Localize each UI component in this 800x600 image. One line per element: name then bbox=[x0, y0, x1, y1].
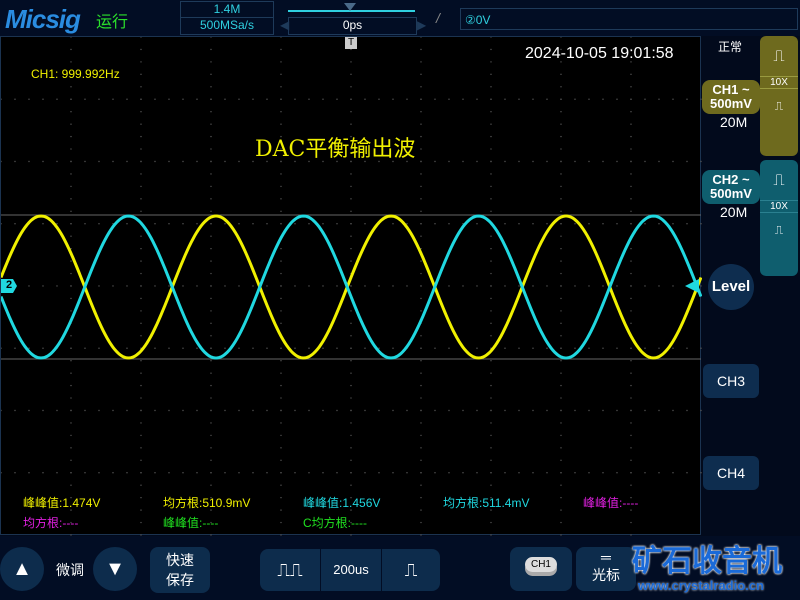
timestamp: 2024-10-05 19:01:58 bbox=[525, 45, 674, 62]
time-offset[interactable]: 0ps bbox=[288, 17, 417, 35]
ch4-button[interactable]: CH4 bbox=[703, 456, 759, 490]
measurement-ch3-vpp: 峰峰值:---- bbox=[583, 496, 639, 510]
trigger-edge-icon[interactable]: / bbox=[436, 10, 440, 26]
waveform-display[interactable]: 2024-10-05 19:01:58 CH1: 999.992Hz DAC平衡… bbox=[0, 36, 702, 536]
timebase-decrease-button[interactable]: ⎍⎍ bbox=[260, 549, 320, 591]
measurement-ch2-vpp: 峰峰值:1.456V bbox=[303, 496, 381, 510]
arrow-up-icon: ▲ bbox=[12, 558, 32, 580]
scale-up-icon[interactable]: ⎍ bbox=[760, 172, 798, 190]
watermark: 矿石收音机 bbox=[632, 545, 782, 578]
measurement-ch4-vpp: 峰峰值:---- bbox=[163, 516, 219, 530]
ch2-button[interactable]: CH2 ~ 500mV bbox=[702, 170, 760, 204]
trigger-position-icon bbox=[344, 3, 356, 11]
measurement-ch4-rms: C均方根:---- bbox=[303, 516, 367, 530]
ch2-scale: 500mV bbox=[710, 186, 752, 201]
timebase-value[interactable]: 200us bbox=[321, 549, 381, 591]
ch1-badge: CH1 bbox=[525, 557, 557, 572]
sample-rate[interactable]: 500MSa/s bbox=[180, 17, 274, 35]
measurement-ch1-vpp: 峰峰值:1.474V bbox=[23, 496, 101, 510]
cursor-icon: ═ bbox=[601, 549, 611, 565]
fine-down-button[interactable]: ▼ bbox=[93, 547, 137, 591]
wide-pulse-icon: ⎍ bbox=[404, 560, 418, 580]
waveform-canvas bbox=[1, 37, 702, 536]
cursor-label: 光标 bbox=[592, 567, 620, 583]
narrow-pulse-icon: ⎍⎍ bbox=[277, 560, 303, 580]
channel-select-button[interactable]: CH1 bbox=[510, 547, 572, 591]
ch1-scale: 500mV bbox=[710, 96, 752, 111]
cursor-button[interactable]: ═ 光标 bbox=[576, 547, 636, 591]
frequency-readout: CH1: 999.992Hz bbox=[31, 67, 120, 81]
ch2-name: CH2 ~ bbox=[712, 172, 750, 187]
screen-title: DAC平衡输出波 bbox=[255, 137, 416, 162]
measurement-ch1-rms: 均方根:510.9mV bbox=[163, 496, 251, 510]
scroll-right-icon[interactable]: ▶ bbox=[417, 18, 426, 32]
measurement-ch3-rms: 均方根:---- bbox=[23, 516, 79, 530]
ch2-scale-control[interactable]: ⎍ 10X ⎍ bbox=[760, 160, 798, 276]
brand-logo: Micsig bbox=[5, 4, 81, 34]
trigger-level-marker[interactable] bbox=[685, 279, 699, 293]
run-state[interactable]: 运行 bbox=[96, 8, 128, 32]
timebase-increase-button[interactable]: ⎍ bbox=[382, 549, 440, 591]
quick-save-button[interactable]: 快速 保存 bbox=[150, 547, 210, 593]
ch1-button[interactable]: CH1 ~ 500mV bbox=[702, 80, 760, 114]
measurement-ch2-rms: 均方根:511.4mV bbox=[443, 496, 530, 510]
scale-down-icon[interactable]: ⎍ bbox=[760, 223, 798, 238]
fine-up-button[interactable]: ▲ bbox=[0, 547, 44, 591]
ch2-probe[interactable]: 10X bbox=[760, 200, 798, 213]
top-bar: Micsig 运行 1.4M 500MSa/s ◀ 0ps ▶ / ②0V bbox=[0, 0, 800, 36]
trigger-time-marker[interactable]: T bbox=[345, 37, 357, 49]
acquisition-mode[interactable]: 正常 bbox=[718, 38, 742, 55]
ch1-bandwidth: 20M bbox=[720, 114, 748, 130]
ch1-name: CH1 ~ bbox=[712, 82, 750, 97]
scale-up-icon[interactable]: ⎍ bbox=[760, 48, 798, 66]
memory-depth[interactable]: 1.4M bbox=[180, 1, 274, 18]
watermark-url: www.crystalradio.cn bbox=[638, 578, 764, 593]
trigger-level[interactable]: ②0V bbox=[460, 8, 798, 30]
ch3-button[interactable]: CH3 bbox=[703, 364, 759, 398]
ch2-bandwidth: 20M bbox=[720, 204, 748, 220]
ch1-scale-control[interactable]: ⎍ 10X ⎍ bbox=[760, 36, 798, 156]
fine-adjust-label: 微调 bbox=[56, 562, 84, 578]
level-knob[interactable]: Level bbox=[708, 264, 754, 310]
ch1-probe[interactable]: 10X bbox=[760, 76, 798, 89]
arrow-down-icon: ▼ bbox=[105, 558, 125, 580]
quick-save-label-1: 快速 bbox=[166, 552, 194, 568]
scale-down-icon[interactable]: ⎍ bbox=[760, 99, 798, 114]
channel-sidebar: 正常 CH1 ~ 500mV 20M ⎍ 10X ⎍ CH2 ~ 500mV 2… bbox=[702, 36, 800, 536]
quick-save-label-2: 保存 bbox=[166, 572, 194, 588]
bottom-toolbar: ▲ 微调 ▼ 快速 保存 ⎍⎍ 200us ⎍ CH1 ═ 光标 矿石收音机 w… bbox=[0, 536, 800, 600]
